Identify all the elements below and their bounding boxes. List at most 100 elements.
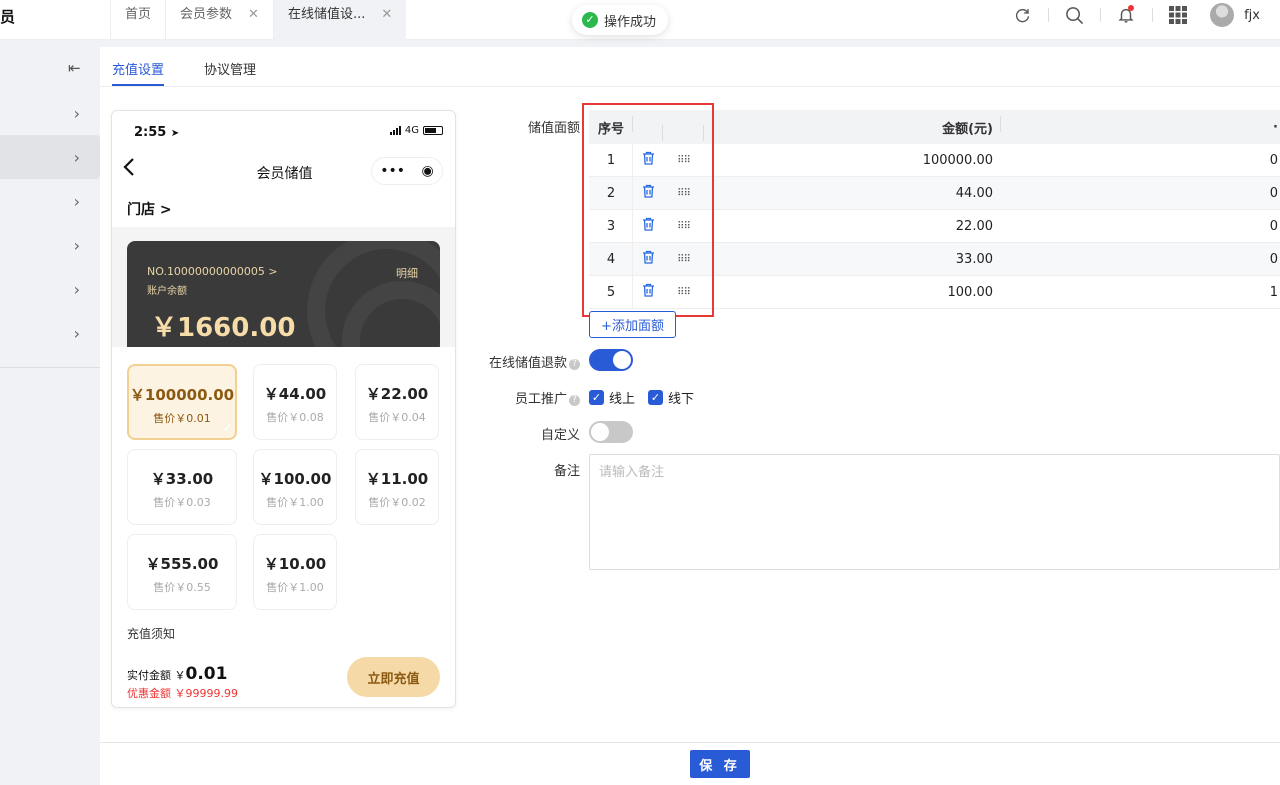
target-icon[interactable]: ◉ (422, 163, 434, 179)
recharge-now-button[interactable]: 立即充值 (347, 657, 440, 697)
refresh-icon[interactable] (996, 0, 1048, 30)
tab-home[interactable]: 首页 (110, 0, 165, 40)
member-card: NO.10000000000005 > 账户余额 明细 ￥1660.00 (127, 241, 440, 347)
status-time: 2:55 ➤ (134, 125, 179, 140)
row-amount[interactable]: 100000.00 (704, 153, 1001, 168)
mini-app-capsule: ••• ◉ (371, 157, 443, 185)
header-next: · (1273, 119, 1278, 135)
avatar (1210, 3, 1235, 27)
sub-tabs-divider (100, 86, 1280, 87)
switch-knob (613, 351, 631, 369)
row-amount[interactable]: 100.00 (704, 285, 1001, 300)
option-price: ￥10.00 (263, 555, 327, 573)
header-amount: 金额(元) (704, 115, 1001, 137)
success-toast: ✓ 操作成功 (572, 5, 669, 35)
option-sale-price: 售价￥1.00 (266, 581, 324, 594)
network-type: 4G (404, 125, 419, 136)
check-circle-icon: ✓ (582, 12, 598, 28)
detail-link[interactable]: 明细 (396, 265, 418, 281)
option-sale-price: 售价￥1.00 (266, 496, 324, 509)
refund-label-text: 在线储值退款 (488, 356, 567, 371)
side-menu-item[interactable]: › (0, 267, 100, 311)
side-menu-item[interactable]: › (0, 179, 100, 223)
store-selector[interactable]: 门店 > (127, 199, 172, 219)
side-menu: ⇤ › › › › › › (0, 47, 100, 785)
row-amount[interactable]: 33.00 (704, 252, 1001, 267)
tab-online-stored-value[interactable]: 在线储值设... ✕ (272, 0, 407, 40)
switch-knob (591, 423, 609, 441)
refund-switch[interactable] (589, 349, 633, 371)
balance-amount: ￥1660.00 (151, 313, 296, 343)
add-amount-button[interactable]: +添加面额 (589, 311, 676, 338)
option-price: ￥100000.00 (129, 386, 235, 404)
close-icon[interactable]: ✕ (381, 0, 392, 30)
option-price: ￥100.00 (258, 470, 332, 488)
option-sale-price: 售价￥0.08 (266, 411, 324, 424)
recharge-option[interactable]: ￥11.00 售价￥0.02 (355, 449, 439, 525)
help-icon[interactable]: ? (569, 395, 580, 406)
save-button[interactable]: 保 存 (690, 750, 750, 778)
recharge-notice[interactable]: 充值须知 (127, 625, 175, 642)
side-menu-item[interactable]: › (0, 223, 100, 267)
search-icon[interactable] (1048, 0, 1100, 30)
remark-input[interactable] (589, 454, 1280, 570)
phone-preview: 2:55 ➤ 4G 会员储值 ••• ◉ 门店 > NO.10000000000… (111, 110, 456, 708)
collapse-menu-icon[interactable]: ⇤ (68, 59, 81, 77)
recharge-option[interactable]: ￥44.00 售价￥0.08 (253, 364, 337, 440)
promo-online-checkbox[interactable]: ✓ 线上 (589, 388, 635, 407)
option-price: ￥33.00 (150, 470, 214, 488)
chevron-right-icon: › (73, 191, 80, 211)
row-next-cell[interactable]: 0 (1001, 186, 1280, 201)
custom-switch[interactable] (589, 421, 633, 443)
user-menu[interactable]: fjx (1204, 3, 1280, 27)
option-sale-price: 售价￥0.55 (153, 581, 211, 594)
tab-home-label: 首页 (125, 7, 152, 22)
side-menu-item-active[interactable]: › (0, 135, 100, 179)
tab-recharge-settings[interactable]: 充值设置 (112, 47, 165, 86)
brand-text: 员 (0, 8, 16, 26)
apps-grid-icon[interactable] (1152, 0, 1204, 30)
remark-label: 备注 (553, 464, 580, 479)
toast-text: 操作成功 (604, 14, 657, 30)
chevron-right-icon: › (73, 103, 80, 123)
row-amount[interactable]: 44.00 (704, 186, 1001, 201)
row-next-cell[interactable]: 1 (1001, 285, 1280, 300)
signal-icon (389, 126, 401, 135)
promo-label-text: 员工推广 (514, 392, 567, 407)
recharge-option[interactable]: ￥33.00 售价￥0.03 (127, 449, 237, 525)
discount-amount: 优惠金额 ￥99999.99 (127, 687, 238, 700)
pay-currency: ￥ (174, 669, 186, 682)
bell-icon[interactable] (1100, 0, 1152, 30)
recharge-option[interactable]: ￥100.00 售价￥1.00 (253, 449, 337, 525)
side-menu-item[interactable]: › (0, 311, 100, 355)
tab-online-stored-value-label: 在线储值设... (287, 7, 366, 22)
recharge-option[interactable]: ￥22.00 售价￥0.04 (355, 364, 439, 440)
promo-offline-checkbox[interactable]: ✓ 线下 (648, 388, 694, 407)
refund-label: 在线储值退款? (450, 352, 580, 371)
help-icon[interactable]: ? (569, 359, 580, 370)
chevron-right-icon: › (73, 323, 80, 343)
option-price: ￥22.00 (365, 385, 429, 403)
row-next-cell[interactable]: 0 (1001, 153, 1280, 168)
tab-agreement-management[interactable]: 协议管理 (204, 47, 256, 87)
row-amount[interactable]: 22.00 (704, 219, 1001, 234)
status-time-text: 2:55 (134, 125, 167, 140)
tab-member-params[interactable]: 会员参数 ✕ (165, 0, 273, 40)
check-icon: ✓ (648, 390, 663, 405)
more-icon[interactable]: ••• (380, 163, 405, 179)
row-next-cell[interactable]: 0 (1001, 252, 1280, 267)
footer-divider (100, 742, 1280, 743)
recharge-option[interactable]: ￥10.00 售价￥1.00 (253, 534, 337, 610)
pay-label: 实付金额 (127, 669, 171, 682)
balance-label: 账户余额 (147, 286, 187, 297)
recharge-option[interactable]: ￥100000.00 售价￥0.01 ✓ (127, 364, 237, 440)
card-number[interactable]: NO.10000000000005 > (147, 265, 278, 278)
highlight-box (582, 103, 714, 317)
side-menu-item[interactable]: › (0, 91, 100, 135)
row-next-cell[interactable]: 0 (1001, 219, 1280, 234)
option-sale-price: 售价￥0.04 (368, 411, 426, 424)
option-sale-price: 售价￥0.01 (153, 412, 211, 425)
pay-value: 0.01 (185, 664, 228, 684)
recharge-option[interactable]: ￥555.00 售价￥0.55 (127, 534, 237, 610)
close-icon[interactable]: ✕ (248, 0, 259, 30)
